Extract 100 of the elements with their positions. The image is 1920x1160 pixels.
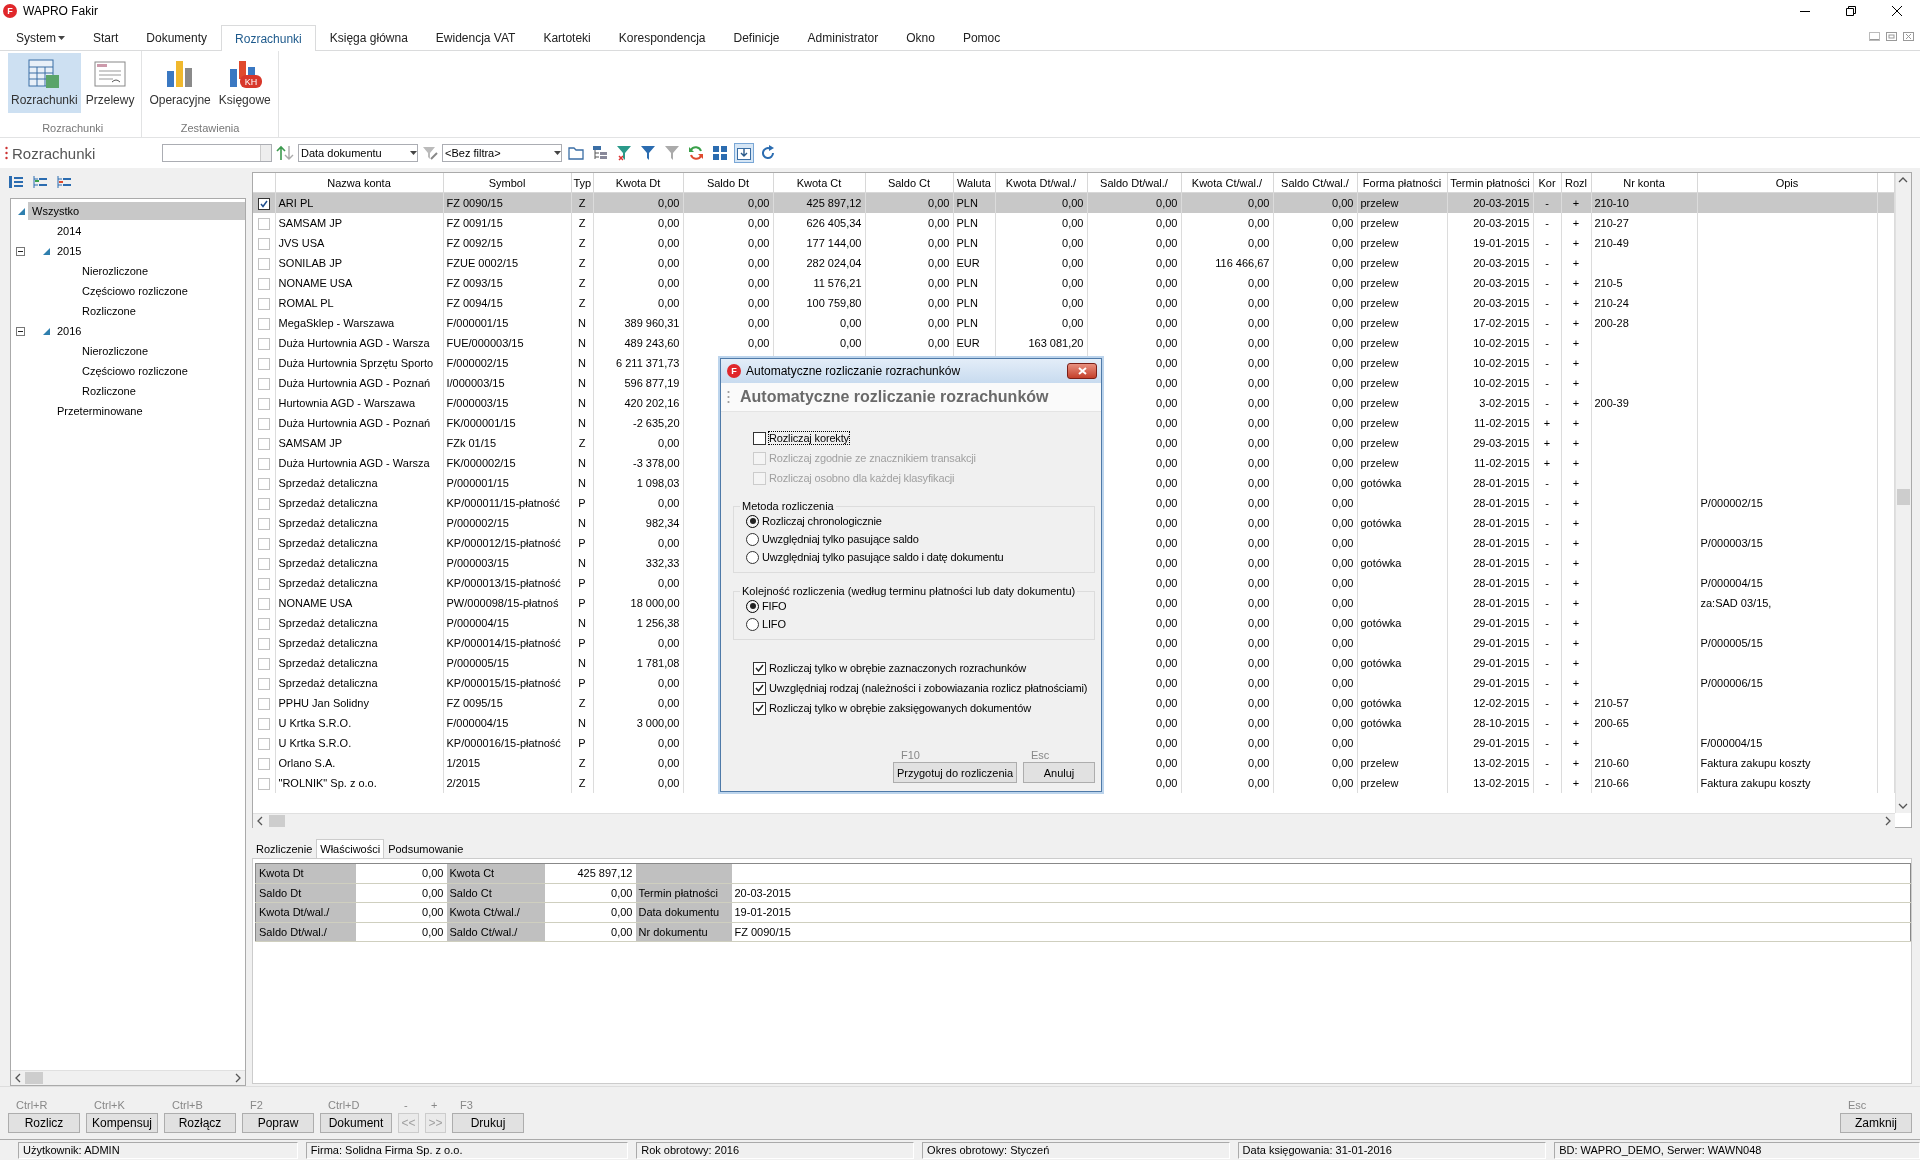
menu-tab[interactable]: Ewidencja VAT [421,25,530,50]
property-value: FZ 0090/15 [731,922,1911,942]
tab[interactable]: Właściwości [316,839,385,858]
ribbon-button[interactable]: KH Księgowe [215,53,274,113]
tree-collapse-icon[interactable] [56,175,72,189]
column-header[interactable]: Kwota Dt/wal./ [995,173,1087,193]
column-header[interactable]: Forma płatności [1357,173,1447,193]
tree-expand-icon[interactable] [32,175,48,189]
action-button[interactable]: Drukuj [452,1113,524,1133]
column-header[interactable]: Typ [571,173,593,193]
action-button[interactable]: Rozlicz [8,1113,80,1133]
ribbon-button[interactable]: Rozrachunki [8,53,81,113]
close-button[interactable] [1067,363,1097,379]
radio-button[interactable] [746,532,759,546]
tree-item[interactable]: Częściowo rozliczone [78,282,245,300]
ribbon-button[interactable]: Przelewy [82,53,138,113]
property-label: Saldo Ct [446,883,545,903]
radio-button[interactable] [746,550,759,564]
column-header[interactable]: Saldo Dt/wal./ [1087,173,1181,193]
column-header[interactable]: Termin płatności [1447,173,1533,193]
sort-icon[interactable] [276,145,294,161]
caret-icon [410,151,417,155]
column-header[interactable]: Kwota Dt [593,173,683,193]
menu-tab[interactable]: System [2,25,79,50]
mdi-restore-icon[interactable] [1886,31,1897,41]
toolbar-button[interactable] [614,143,634,163]
tree-item[interactable]: Częściowo rozliczone [78,362,245,380]
column-header[interactable]: Waluta [953,173,995,193]
column-header[interactable]: Saldo Ct/wal./ [1273,173,1357,193]
action-button[interactable]: Rozłącz [164,1113,236,1133]
menu-tab[interactable]: Definicje [719,25,794,50]
action-button[interactable]: Popraw [242,1113,314,1133]
menu-tab[interactable]: Dokumenty [132,25,222,50]
collapse-box-icon[interactable] [15,326,25,336]
tree-item[interactable]: Nierozliczone [78,342,245,360]
menu-tab[interactable]: Start [79,25,133,50]
filter-dropdown[interactable]: <Bez filtra> [442,144,562,162]
column-header[interactable]: Symbol [443,173,571,193]
column-header[interactable]: Kor [1533,173,1561,193]
column-header[interactable]: Kwota Ct/wal./ [1181,173,1273,193]
tree-item[interactable]: Rozliczone [78,302,245,320]
column-header[interactable]: Nr konta [1591,173,1697,193]
dialog-button[interactable]: Anuluj [1023,762,1095,783]
toolbar-button[interactable] [734,143,754,163]
app-logo: F [3,4,17,18]
toolbar-button[interactable] [686,143,706,163]
menu-tab[interactable]: Kartoteki [529,25,605,50]
tab[interactable]: Podsumowanie [384,839,468,858]
menu-tab[interactable]: Księga główna [315,25,422,50]
radio-button[interactable] [746,514,759,528]
column-header[interactable]: Nazwa konta [275,173,443,193]
menu-tab[interactable]: Administrator [793,25,893,50]
column-header[interactable]: Saldo Dt [683,173,773,193]
table-row[interactable]: SAMSAM JP FZ 0091/15 Z 0,00 0,00 626 405,34 0,00 PLN 0,00 0,00 0,00 0,00 przelew 20-03-2015 - + 210-27 [253,213,1895,233]
ribbon-button[interactable]: Operacyjne [146,53,214,113]
shortcut-label: Ctrl+K [93,1099,126,1111]
column-header[interactable]: Kwota Ct [773,173,865,193]
radio-button[interactable] [746,599,759,613]
action-button[interactable]: Kompensuj [86,1113,158,1133]
menu-tab[interactable]: Rozrachunki [221,25,316,51]
expanded-triangle-icon[interactable] [42,247,50,255]
toolbar-button[interactable] [710,143,730,163]
tree-item[interactable]: Rozliczone [78,382,245,400]
row-checkbox[interactable] [257,197,270,210]
scrollbar-thumb[interactable] [25,1072,43,1084]
horizontal-scrollbar[interactable] [253,813,1895,828]
column-header[interactable]: Saldo Ct [865,173,953,193]
action-button[interactable]: Zamknij [1840,1113,1912,1133]
tab[interactable]: Rozliczenie [252,839,317,858]
tree-item[interactable]: Nierozliczone [78,262,245,280]
column-header[interactable]: Opis [1697,173,1877,193]
tree-item[interactable]: 2016 [53,322,245,340]
spin-field[interactable] [162,144,272,162]
filter-edit-icon[interactable] [422,145,438,161]
menu-tab[interactable]: Okno [892,25,949,50]
dialog-button[interactable]: Przygotuj do rozliczenia [893,762,1017,783]
menu-tab[interactable]: Korespondencja [604,25,720,50]
tree-item[interactable]: 2014 [53,222,245,240]
expanded-triangle-icon[interactable] [42,327,50,335]
drag-handle-icon [727,390,730,404]
list-collapse-icon[interactable] [8,175,24,189]
mdi-close-icon[interactable] [1903,31,1914,41]
radio-button[interactable] [746,617,759,631]
tree-item[interactable]: Przeterminowane [53,402,245,420]
scrollbar-thumb[interactable] [269,815,285,827]
expanded-triangle-icon[interactable] [17,207,25,215]
vertical-scrollbar[interactable] [1895,173,1911,813]
reload-icon [760,145,776,161]
horizontal-scrollbar[interactable] [11,1070,245,1085]
action-button[interactable]: Dokument [320,1113,392,1133]
table-row[interactable]: ARI PL FZ 0090/15 Z 0,00 0,00 425 897,12 0,00 PLN 0,00 0,00 0,00 0,00 przelew 20-03-2015 - + 210-10 [253,192,1895,213]
tree-item[interactable]: Wszystko [28,202,245,220]
shortcut-label: Esc [1030,749,1051,761]
column-header[interactable]: Rozl [1561,173,1591,193]
scrollbar-thumb[interactable] [1897,489,1910,505]
sort-dropdown[interactable]: Data dokumentu [298,144,418,162]
menu-tab[interactable]: Pomoc [948,25,1015,50]
collapse-box-icon[interactable] [15,246,25,256]
tree-item[interactable]: 2015 [53,242,245,260]
mdi-minimize-icon[interactable] [1869,31,1880,41]
